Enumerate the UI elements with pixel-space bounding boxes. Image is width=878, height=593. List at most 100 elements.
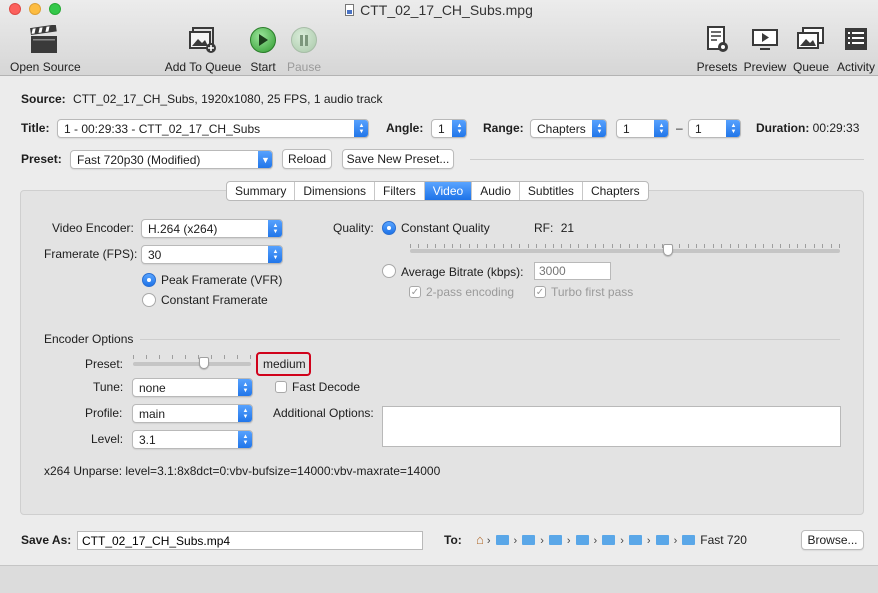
save-new-preset-button[interactable]: Save New Preset...	[342, 149, 454, 169]
stepper-icon: ▲ ▼	[238, 405, 252, 422]
activity-button[interactable]: Activity	[834, 24, 878, 74]
preset-select[interactable]: Fast 720p30 (Modified) ▼	[70, 150, 273, 169]
constant-framerate-radio[interactable]	[142, 293, 156, 307]
source-info: Source: CTT_02_17_CH_Subs, 1920x1080, 25…	[21, 92, 383, 106]
slider-tick	[628, 244, 630, 248]
stepper-icon: ▲ ▼	[654, 120, 668, 137]
slider-tick	[468, 244, 470, 248]
tune-label: Tune:	[93, 380, 124, 394]
tune-select[interactable]: none ▲ ▼	[132, 378, 253, 397]
title-label: Title:	[21, 121, 50, 135]
folder-icon	[655, 535, 669, 545]
range-end-select[interactable]: 1 ▲ ▼	[688, 119, 741, 138]
window-toolbar: CTT_02_17_CH_Subs.mpg Open Source Add To…	[0, 0, 878, 76]
presets-button[interactable]: Presets	[696, 24, 738, 74]
slider-tick	[410, 244, 411, 248]
bitrate-input[interactable]	[534, 262, 611, 280]
slider-tick	[443, 244, 445, 248]
add-to-queue-button[interactable]: Add To Queue	[164, 24, 242, 74]
slider-tick	[653, 244, 655, 248]
two-pass-checkbox[interactable]: ✓	[409, 286, 421, 298]
slider-tick	[586, 244, 588, 248]
slider-tick	[494, 244, 496, 248]
browse-button[interactable]: Browse...	[801, 530, 864, 550]
slider-tick	[172, 355, 173, 359]
slider-tick	[788, 244, 790, 248]
folder-icon	[495, 535, 509, 545]
stepper-icon: ▲ ▼	[238, 379, 252, 396]
encoder-preset-slider-ticks	[133, 355, 251, 359]
constant-framerate-label: Constant Framerate	[161, 293, 268, 307]
level-select[interactable]: 3.1 ▲ ▼	[132, 430, 253, 449]
tab-filters[interactable]: Filters	[375, 182, 425, 200]
stepper-icon: ▲ ▼	[726, 120, 740, 137]
slider-tick	[746, 244, 748, 248]
fast-decode-checkbox[interactable]	[275, 381, 287, 393]
slider-tick	[603, 244, 605, 248]
preview-button[interactable]: Preview	[742, 24, 788, 74]
additional-options-input[interactable]	[382, 406, 841, 447]
destination-path[interactable]: ⌂ › › › › › › › › Fast 720	[476, 532, 794, 547]
tab-audio[interactable]: Audio	[472, 182, 520, 200]
slider-tick	[527, 244, 529, 248]
slider-tick	[452, 244, 454, 248]
range-start-select[interactable]: 1 ▲ ▼	[616, 119, 669, 138]
fast-decode-label: Fast Decode	[292, 380, 361, 394]
slider-tick	[477, 244, 479, 248]
tab-dimensions[interactable]: Dimensions	[295, 182, 376, 200]
slider-tick	[519, 244, 521, 248]
slider-tick	[159, 355, 160, 359]
encoder-preset-value-highlight: medium	[256, 352, 311, 376]
constant-quality-radio[interactable]	[382, 221, 396, 235]
slider-tick	[754, 244, 756, 248]
angle-select[interactable]: 1 ▲ ▼	[431, 119, 467, 138]
slider-tick	[687, 244, 689, 248]
tab-subtitles[interactable]: Subtitles	[520, 182, 583, 200]
framerate-label: Framerate (FPS):	[44, 247, 138, 261]
monitor-play-icon	[752, 29, 778, 50]
window-title: CTT_02_17_CH_Subs.mpg	[0, 2, 878, 18]
encoder-preset-slider[interactable]	[133, 362, 251, 366]
peak-framerate-radio[interactable]	[142, 273, 156, 287]
quality-slider-knob[interactable]	[663, 244, 673, 256]
slider-tick	[553, 244, 554, 248]
angle-label: Angle:	[386, 121, 424, 135]
title-select[interactable]: 1 - 00:29:33 - CTT_02_17_CH_Subs ▲ ▼	[57, 119, 369, 138]
slider-tick	[224, 355, 225, 359]
slider-tick	[578, 244, 580, 248]
open-source-button[interactable]: Open Source	[10, 24, 81, 74]
stepper-icon: ▲ ▼	[238, 431, 252, 448]
quality-label: Quality:	[333, 221, 374, 235]
tab-chapters[interactable]: Chapters	[583, 182, 648, 200]
slider-tick	[185, 355, 186, 359]
profile-select[interactable]: main ▲ ▼	[132, 404, 253, 423]
slider-tick	[133, 355, 134, 359]
pause-icon	[291, 27, 317, 53]
two-pass-label: 2-pass encoding	[426, 285, 515, 299]
slider-tick	[561, 244, 563, 248]
average-bitrate-radio[interactable]	[382, 264, 396, 278]
slider-tick	[721, 244, 723, 248]
encoder-preset-label: Preset:	[85, 357, 124, 371]
reload-button[interactable]: Reload	[282, 149, 332, 169]
quality-slider-ticks	[410, 244, 840, 248]
pause-button[interactable]: Pause	[286, 24, 322, 74]
save-as-label: Save As:	[21, 533, 72, 547]
folder-icon	[575, 535, 589, 545]
range-type-select[interactable]: Chapters ▲ ▼	[530, 119, 607, 138]
rf-readout: RF: 21	[534, 221, 575, 235]
save-as-input[interactable]	[77, 531, 423, 550]
slider-tick	[822, 244, 824, 248]
encoder-preset-slider-knob[interactable]	[198, 357, 209, 369]
slider-tick	[460, 244, 462, 248]
turbo-first-pass-checkbox[interactable]: ✓	[534, 286, 546, 298]
quality-slider[interactable]	[410, 249, 840, 253]
start-button[interactable]: Start	[246, 24, 280, 74]
framerate-select[interactable]: 30 ▲ ▼	[141, 245, 283, 264]
video-encoder-select[interactable]: H.264 (x264) ▲ ▼	[141, 219, 283, 238]
queue-button[interactable]: Queue	[792, 24, 830, 74]
preset-label: Preset:	[21, 152, 62, 166]
chevron-down-icon: ▼	[258, 151, 272, 168]
tab-summary[interactable]: Summary	[227, 182, 296, 200]
tab-video[interactable]: Video	[424, 182, 473, 200]
